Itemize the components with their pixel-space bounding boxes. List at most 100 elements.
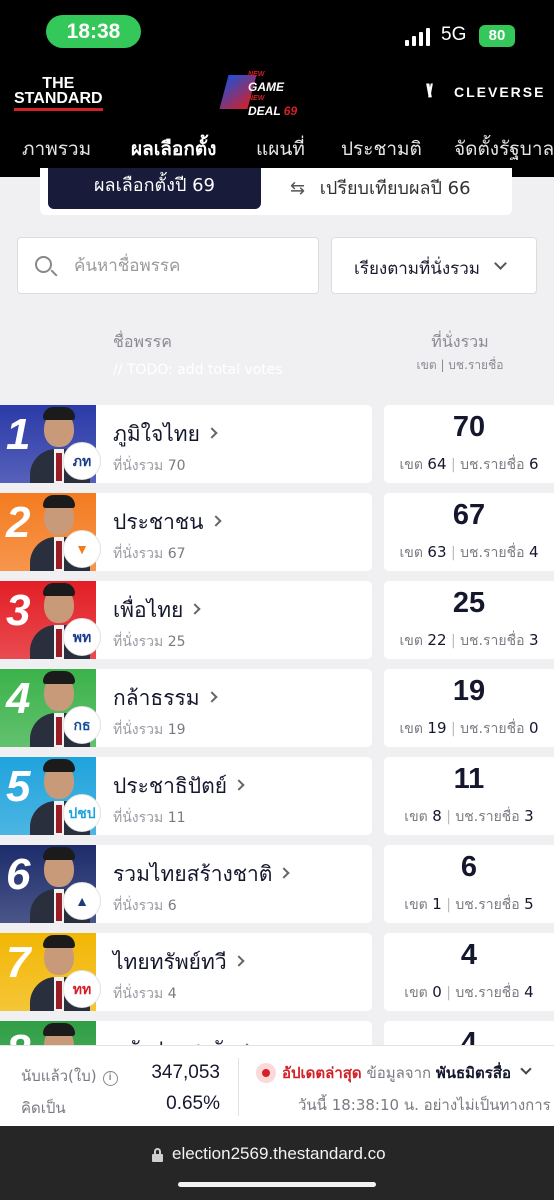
url-text[interactable]: election2569.thestandard.co [172, 1144, 386, 1164]
seat-total-prefix: ที่นั่งรวม [113, 546, 164, 562]
new-game-new-deal-logo[interactable]: NEW GAME NEW DEAL 69 [219, 69, 308, 117]
party-list-seats: 6 [528, 455, 539, 473]
seat-total: 11 [453, 763, 485, 795]
tab-election-results[interactable]: ผลเลือกตั้ง [131, 134, 216, 164]
district-seats: 22 [427, 631, 447, 649]
browser-url-bar[interactable]: election2569.thestandard.co [0, 1126, 554, 1200]
party-row[interactable]: 5 ปชป ประชาธิปัตย์ ที่นั่งรวม 11 11 เขต 8 | บ… [0, 757, 554, 835]
counted-label-wrap: นับแล้ว(ใบ) i [21, 1064, 118, 1088]
seat-total: 70 [452, 411, 486, 443]
tab-overview[interactable]: ภาพรวม [22, 134, 91, 164]
seat-total-prefix: ที่นั่งรวม [113, 898, 164, 914]
battery-icon: 80 [479, 25, 515, 47]
chevron-right-icon [232, 955, 245, 967]
party-seat-summary: ที่นั่งรวม 70 [113, 455, 186, 477]
party-name: รวมไทยสร้างชาติ [113, 862, 273, 886]
party-list-label: บช.รายชื่อ [455, 985, 520, 1001]
the-standard-logo[interactable]: THE STANDARD [14, 76, 103, 111]
search-icon [35, 256, 52, 273]
party-list-label: บช.รายชื่อ [460, 457, 525, 473]
party-seat-total-small: 70 [167, 458, 186, 474]
seat-card: 11 เขต 8 | บช.รายชื่อ 3 [384, 757, 554, 835]
status-bar: 18:38 5G 80 [0, 0, 554, 62]
party-seat-total-small: 25 [167, 634, 186, 650]
party-list-seats: 3 [528, 631, 539, 649]
party-row-card[interactable]: 2 ▼ ประชาชน ที่นั่งรวม 67 [0, 493, 372, 571]
seat-total-prefix: ที่นั่งรวม [113, 986, 164, 1002]
party-row[interactable]: 6 ▲ รวมไทยสร้างชาติ ที่นั่งรวม 6 6 เขต 1 | บช… [0, 845, 554, 923]
seat-breakdown: เขต 0 | บช.รายชื่อ 4 [404, 983, 534, 1001]
party-name-link[interactable]: ประชาธิปัตย์ [113, 770, 245, 803]
counted-value: 347,053 [151, 1062, 220, 1083]
party-name-link[interactable]: ประชาชน [113, 506, 222, 539]
party-row-card[interactable]: 3 พท เพื่อไทย ที่นั่งรวม 25 [0, 581, 372, 659]
party-logo-icon: ทท [63, 970, 101, 1008]
party-logo-icon: ปชป [63, 794, 101, 832]
party-name-link[interactable]: เพื่อไทย [113, 594, 202, 627]
chevron-down-icon[interactable] [520, 1063, 532, 1075]
party-list-seats: 3 [524, 807, 534, 825]
party-name-link[interactable]: รวมไทยสร้างชาติ [113, 858, 291, 891]
party-list-label: บช.รายชื่อ [460, 545, 525, 561]
tab-government-formation[interactable]: จัดตั้งรัฐบาล [454, 134, 554, 164]
tab-map[interactable]: แผนที่ [256, 134, 305, 164]
year-toggle: ผลเลือกตั้งปี 69 ⇆ เปรียบเทียบผลปี 66 [40, 168, 512, 215]
party-row-card[interactable]: 5 ปชป ประชาธิปัตย์ ที่นั่งรวม 11 [0, 757, 372, 835]
party-seat-total-small: 4 [167, 986, 177, 1002]
party-row[interactable]: 1 ภท ภูมิใจไทย ที่นั่งรวม 70 70 เขต 64 | บช.ร… [0, 405, 554, 483]
live-indicator-icon [256, 1063, 276, 1083]
home-indicator[interactable] [178, 1182, 376, 1187]
party-seat-summary: ที่นั่งรวม 19 [113, 719, 186, 741]
district-label: เขต [399, 457, 423, 473]
toggle-compare-label: เปรียบเทียบผลปี 66 [319, 178, 471, 199]
toggle-compare-66[interactable]: ⇆ เปรียบเทียบผลปี 66 [290, 173, 471, 202]
seat-breakdown: เขต 8 | บช.รายชื่อ 3 [404, 807, 534, 825]
seat-total: 67 [452, 499, 486, 531]
seat-breakdown: เขต 64 | บช.รายชื่อ 6 [399, 455, 539, 473]
party-row-card[interactable]: 1 ภท ภูมิใจไทย ที่นั่งรวม 70 [0, 405, 372, 483]
party-seat-total-small: 19 [167, 722, 186, 738]
party-name-link[interactable]: ภูมิใจไทย [113, 418, 218, 451]
party-seat-total-small: 67 [167, 546, 186, 562]
party-row-card[interactable]: 4 กธ กล้าธรรม ที่นั่งรวม 19 [0, 669, 372, 747]
chevron-right-icon [233, 779, 245, 791]
percent-value: 0.65% [166, 1093, 220, 1114]
status-time: 18:38 [46, 15, 141, 48]
party-seat-summary: ที่นั่งรวม 6 [113, 895, 177, 917]
party-name: เพื่อไทย [113, 598, 184, 622]
brand-header: THE STANDARD NEW GAME NEW DEAL 69 \\/ CLE… [0, 62, 554, 122]
seat-breakdown: เขต 1 | บช.รายชื่อ 5 [404, 895, 534, 913]
party-list-label: บช.รายชื่อ [455, 897, 520, 913]
cleverse-logo[interactable]: \\/ CLEVERSE [426, 81, 545, 102]
seat-breakdown: เขต 22 | บช.รายชื่อ 3 [399, 631, 539, 649]
party-list-label: บช.รายชื่อ [460, 721, 525, 737]
district-seats: 19 [427, 719, 447, 737]
party-row-card[interactable]: 6 ▲ รวมไทยสร้างชาติ ที่นั่งรวม 6 [0, 845, 372, 923]
district-label: เขต [399, 545, 423, 561]
info-icon[interactable]: i [102, 1071, 118, 1086]
party-row[interactable]: 7 ทท ไทยทรัพย์ทวี ที่นั่งรวม 4 4 เขต 0 | บช.ร… [0, 933, 554, 1011]
party-seat-summary: ที่นั่งรวม 4 [113, 983, 177, 1005]
party-row[interactable]: 4 กธ กล้าธรรม ที่นั่งรวม 19 19 เขต 19 | บช.รา… [0, 669, 554, 747]
count-info-bar: นับแล้ว(ใบ) i 347,053 คิดเป็น 0.65% อัปเด… [0, 1045, 554, 1126]
seat-card: 70 เขต 64 | บช.รายชื่อ 6 [384, 405, 554, 483]
party-name: ไทยทรัพย์ทวี [113, 950, 227, 974]
logo-standard-line2: STANDARD [14, 90, 103, 107]
party-row-card[interactable]: 7 ทท ไทยทรัพย์ทวี ที่นั่งรวม 4 [0, 933, 372, 1011]
toggle-results-69[interactable]: ผลเลือกตั้งปี 69 [48, 168, 261, 209]
tab-referendum[interactable]: ประชามติ [341, 134, 422, 164]
party-name-link[interactable]: กล้าธรรม [113, 682, 218, 715]
sort-dropdown[interactable]: เรียงตามที่นั่งรวม [331, 237, 537, 294]
party-row[interactable]: 2 ▼ ประชาชน ที่นั่งรวม 67 67 เขต 63 | บช.รายช… [0, 493, 554, 571]
party-list-label: บช.รายชื่อ [460, 633, 525, 649]
sort-label: เรียงตามที่นั่งรวม [354, 259, 481, 279]
search-input[interactable] [74, 252, 304, 280]
seat-total: 6 [460, 851, 478, 883]
source-selector[interactable]: อัปเดตล่าสุด ข้อมูลจาก พันธมิตรสื่อ [282, 1061, 511, 1085]
party-logo-icon: ▼ [63, 530, 101, 568]
party-row[interactable]: 3 พท เพื่อไทย ที่นั่งรวม 25 25 เขต 22 | บช.รา… [0, 581, 554, 659]
source-name: พันธมิตรสื่อ [435, 1064, 512, 1082]
district-seats: 1 [432, 895, 442, 913]
party-name: ภูมิใจไทย [113, 422, 200, 446]
party-name-link[interactable]: ไทยทรัพย์ทวี [113, 946, 245, 979]
